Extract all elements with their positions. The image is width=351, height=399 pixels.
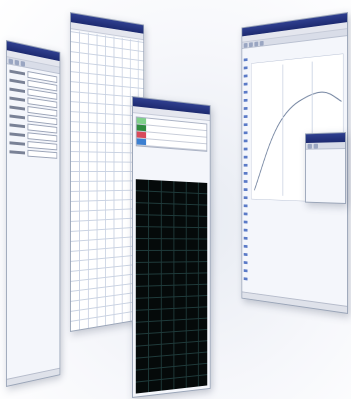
monitor-table [135, 116, 208, 152]
form-fields [7, 67, 60, 159]
form-label [9, 69, 25, 75]
inset-panel-window [305, 132, 346, 204]
form-field[interactable] [27, 149, 58, 159]
form-window [6, 40, 61, 387]
toolbar-button[interactable] [243, 42, 248, 48]
form-label [9, 113, 25, 119]
toolbar-button[interactable] [20, 60, 25, 67]
form-window-statusbar [6, 367, 60, 386]
form-label [9, 122, 25, 128]
form-field[interactable] [27, 140, 58, 150]
form-label [9, 149, 25, 154]
toolbar-button[interactable] [14, 59, 20, 66]
axis-markers [243, 54, 248, 281]
toolbar-button[interactable] [249, 42, 253, 48]
toolbar-button[interactable] [259, 40, 264, 46]
form-row [9, 148, 58, 159]
inset-panel-toolbar [305, 142, 346, 150]
form-label [9, 87, 25, 93]
status-chip [136, 117, 147, 125]
toolbar-button[interactable] [307, 143, 312, 149]
status-chip [136, 124, 147, 132]
screenshot-collage [0, 0, 351, 399]
graph-window-statusbar [242, 291, 348, 313]
form-label [9, 96, 25, 102]
toolbar-button[interactable] [313, 143, 319, 149]
form-label [9, 78, 25, 84]
toolbar-button[interactable] [8, 58, 14, 65]
status-chip [136, 138, 147, 146]
oscilloscope-panel[interactable] [135, 179, 208, 394]
monitor-window [132, 96, 211, 398]
form-label [9, 104, 25, 111]
toolbar-button[interactable] [254, 41, 259, 47]
form-label [9, 140, 25, 146]
form-label [9, 131, 25, 137]
status-chip [136, 131, 147, 139]
